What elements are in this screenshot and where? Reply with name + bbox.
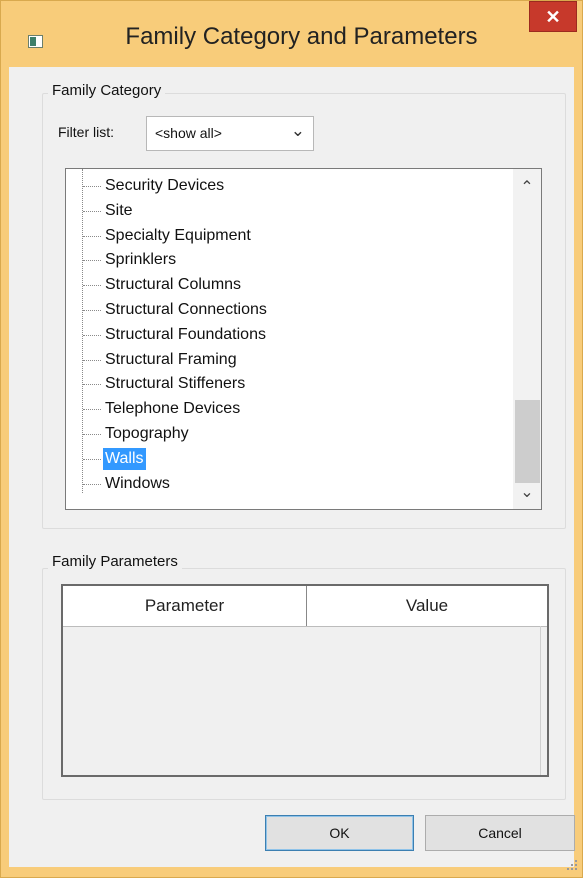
family-category-label: Family Category bbox=[48, 82, 166, 99]
tree-connector bbox=[83, 186, 101, 187]
tree-item-label: Walls bbox=[103, 447, 146, 470]
parameters-table[interactable]: Parameter Value bbox=[61, 584, 549, 777]
close-button[interactable]: ✕ bbox=[529, 1, 577, 32]
tree-item-label: Topography bbox=[105, 425, 189, 442]
cancel-button[interactable]: Cancel bbox=[425, 815, 575, 851]
resize-grip-icon[interactable] bbox=[566, 860, 578, 872]
tree-item-label: Telephone Devices bbox=[105, 400, 241, 418]
chevron-down-icon[interactable]: ⌄ bbox=[291, 121, 305, 141]
tree-connector bbox=[83, 359, 101, 361]
tree-item-label: Sprinklers bbox=[105, 251, 177, 269]
tree-item-label: Structural Columns bbox=[105, 276, 242, 294]
tree-item-label: Structural Foundations bbox=[105, 325, 266, 343]
window-title: Family Category and Parameters bbox=[125, 23, 478, 50]
tree-item-label: Site bbox=[105, 201, 133, 219]
parameters-table-header: Parameter Value bbox=[63, 586, 547, 627]
column-header-parameter[interactable]: Parameter bbox=[63, 586, 306, 626]
table-right-divider bbox=[540, 626, 541, 775]
tree-scrollbar[interactable]: ⌃ ⌄ bbox=[513, 169, 541, 509]
tree-connector bbox=[83, 434, 101, 435]
tree-connector bbox=[83, 210, 101, 212]
tree-item-label: Security Devices bbox=[105, 177, 225, 194]
tree-connector bbox=[83, 409, 101, 411]
tree-connector bbox=[83, 285, 101, 287]
tree-connector bbox=[83, 260, 101, 262]
tree-item-label: Specialty Equipment bbox=[105, 226, 251, 244]
tree-connector bbox=[83, 384, 101, 386]
scroll-down-icon[interactable]: ⌄ bbox=[513, 482, 541, 502]
family-parameters-label: Family Parameters bbox=[48, 553, 182, 570]
tree-item-label: Structural Framing bbox=[105, 350, 237, 368]
tree-connector bbox=[83, 310, 101, 311]
tree-connector bbox=[83, 334, 101, 336]
tree-item-label: Structural Connections bbox=[105, 301, 267, 318]
column-header-value[interactable]: Value bbox=[307, 586, 547, 626]
ok-button[interactable]: OK bbox=[265, 815, 414, 851]
filter-list-value: <show all> bbox=[155, 125, 222, 141]
tree-connector bbox=[83, 235, 101, 237]
scroll-up-icon[interactable]: ⌃ bbox=[513, 177, 541, 197]
tree-item-label: Windows bbox=[105, 474, 170, 492]
title-bar[interactable]: Family Category and Parameters ✕ bbox=[1, 1, 582, 67]
tree-item-label: Structural Stiffeners bbox=[105, 375, 246, 393]
tree-connector bbox=[83, 458, 101, 460]
filter-list-dropdown[interactable]: <show all> ⌄ bbox=[146, 116, 314, 151]
filter-list-label: Filter list: bbox=[58, 124, 114, 140]
tree-connector-line bbox=[82, 169, 83, 493]
scrollbar-thumb[interactable] bbox=[515, 400, 540, 483]
tree-connector bbox=[83, 483, 101, 485]
category-tree[interactable]: Security Devices Site Specialty Equipment S… bbox=[65, 168, 542, 510]
